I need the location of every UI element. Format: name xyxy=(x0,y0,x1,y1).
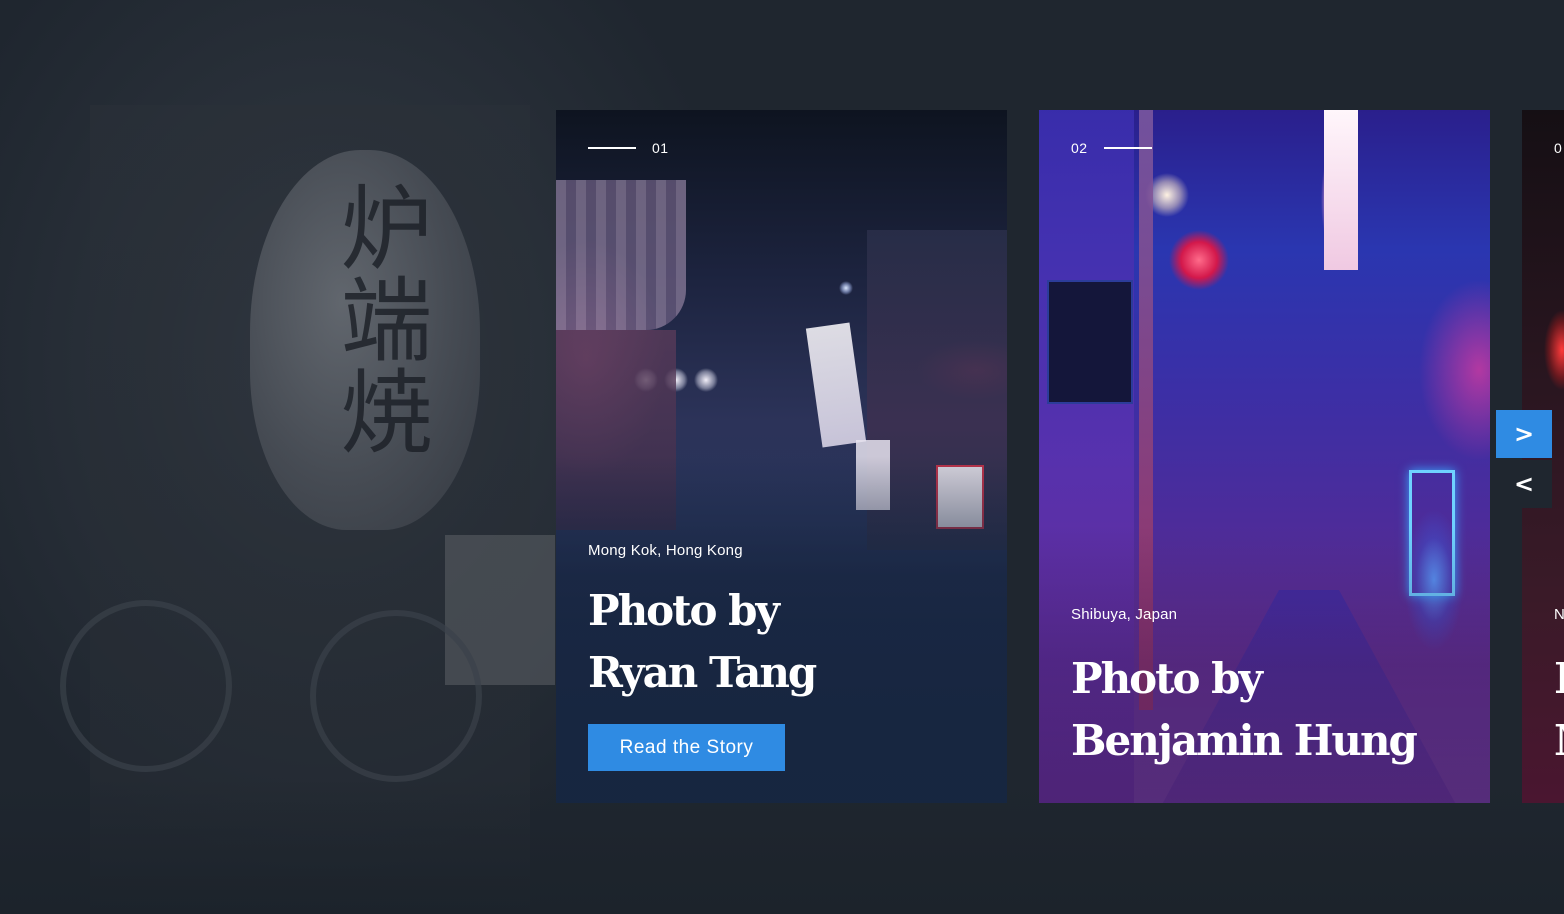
index-number: 02 xyxy=(1071,140,1088,156)
slide-title: Photo by Ryan Tang xyxy=(588,580,817,704)
next-slide-button[interactable]: > xyxy=(1496,410,1552,458)
slide-location: N xyxy=(1554,606,1564,623)
read-story-button[interactable]: Read the Story xyxy=(588,724,785,771)
slide-location: Mong Kok, Hong Kong xyxy=(588,542,743,559)
prev-slide-button[interactable]: < xyxy=(1496,460,1552,508)
slide-title: P M xyxy=(1554,648,1564,772)
index-number: 01 xyxy=(652,140,669,156)
background-bicycle-wheel xyxy=(310,610,482,782)
slide-title-line: Photo by xyxy=(588,586,780,635)
slider-stage: 炉端焼 01 Mong Kok, Hong Kong Photo by Ryan… xyxy=(0,0,1564,914)
background-lantern-glyphs: 炉端焼 xyxy=(325,180,432,456)
slide-card-1[interactable]: 01 Mong Kok, Hong Kong Photo by Ryan Tan… xyxy=(556,110,1007,803)
index-line xyxy=(588,147,636,149)
slide-card-2[interactable]: 02 Shibuya, Japan Photo by Benjamin Hung xyxy=(1039,110,1490,803)
slide-title: Photo by Benjamin Hung xyxy=(1071,648,1418,772)
slide-index: 01 xyxy=(588,140,669,156)
slide-title-line: Ryan Tang xyxy=(588,648,817,697)
slide-title-line: Photo by xyxy=(1071,654,1263,703)
slide-index: 02 xyxy=(1071,140,1152,156)
index-line xyxy=(1103,147,1152,149)
index-number: 0 xyxy=(1554,140,1563,156)
background-bicycle-wheel xyxy=(60,600,232,772)
slide-index: 0 xyxy=(1554,140,1562,156)
slide-title-line: Benjamin Hung xyxy=(1071,716,1418,765)
slide-title-line: M xyxy=(1554,710,1564,772)
slide-location: Shibuya, Japan xyxy=(1071,606,1178,623)
slide-title-line: P xyxy=(1554,648,1564,710)
